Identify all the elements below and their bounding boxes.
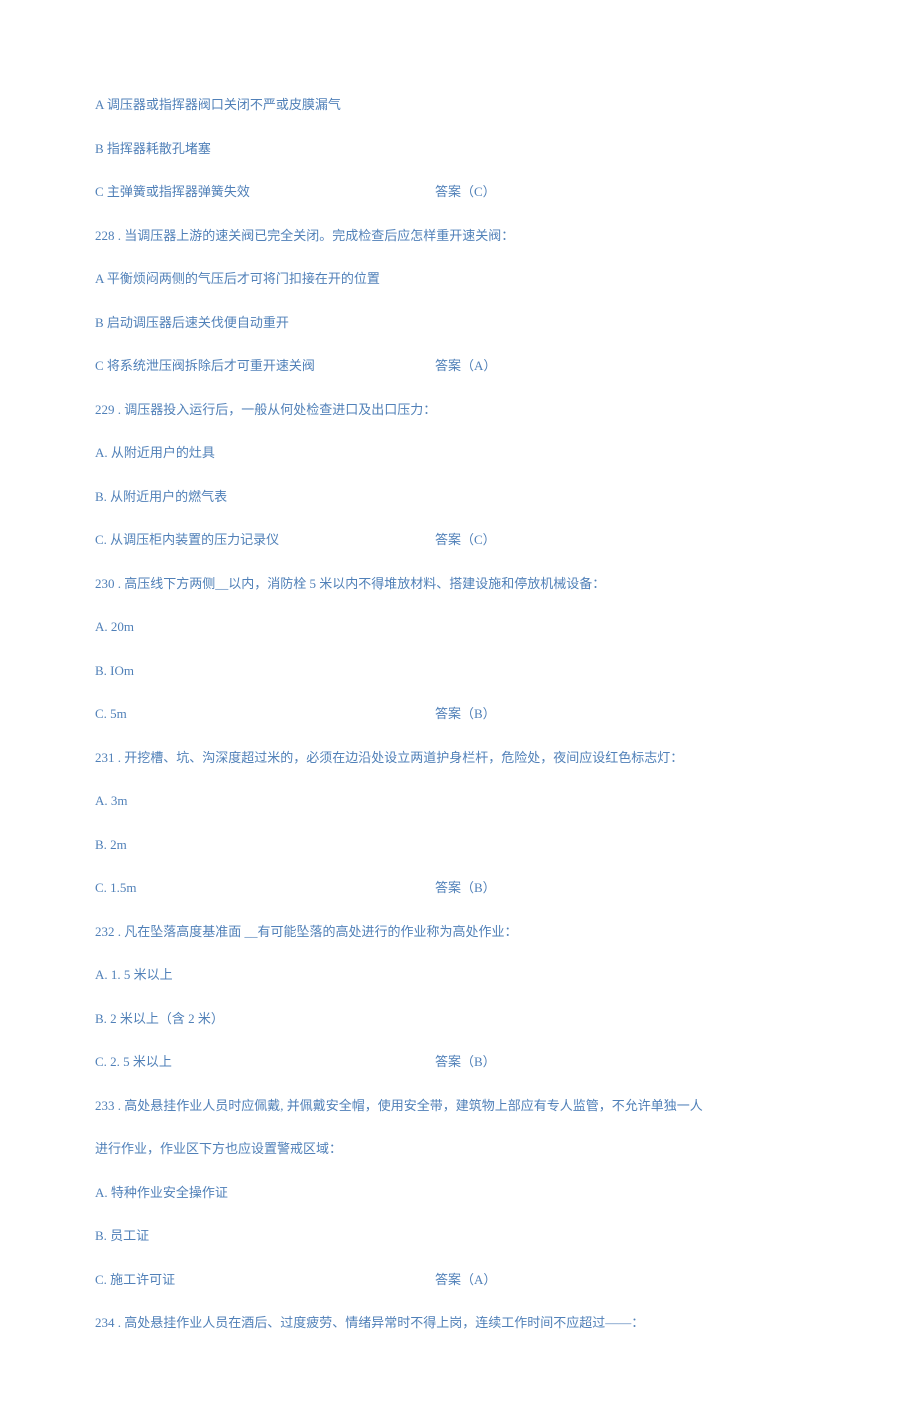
answer-text: 答案（A）	[435, 1270, 496, 1290]
answer-text: 答案（A）	[435, 356, 496, 376]
document-page: A 调压器或指挥器阀口关闭不严或皮膜漏气 B 指挥器耗散孔堵塞 C 主弹簧或指挥器弹…	[0, 0, 920, 1417]
text-line: A. 特种作业安全操作证	[95, 1183, 825, 1203]
text-line: C. 从调压柜内装置的压力记录仪 答案（C）	[95, 530, 825, 550]
line-text: 230 . 高压线下方两侧__以内，消防栓 5 米以内不得堆放材料、搭建设施和停…	[95, 576, 605, 591]
line-text: A. 1. 5 米以上	[95, 967, 173, 982]
text-line: 228 . 当调压器上游的速关阀已完全关闭。完成检查后应怎样重开速关阀：	[95, 226, 825, 246]
text-line: C. 施工许可证 答案（A）	[95, 1270, 825, 1290]
text-line: B. 2 米以上（含 2 米）	[95, 1009, 825, 1029]
line-text: A. 特种作业安全操作证	[95, 1185, 228, 1200]
text-line: 230 . 高压线下方两侧__以内，消防栓 5 米以内不得堆放材料、搭建设施和停…	[95, 574, 825, 594]
line-text: 228 . 当调压器上游的速关阀已完全关闭。完成检查后应怎样重开速关阀：	[95, 228, 514, 243]
line-text: 231 . 开挖槽、坑、沟深度超过米的，必须在边沿处设立两道护身栏杆，危险处，夜…	[95, 750, 683, 765]
line-text: B 启动调压器后速关伐便自动重开	[95, 315, 289, 330]
text-line: B. 从附近用户的燃气表	[95, 487, 825, 507]
text-line: 233 . 高处悬挂作业人员时应佩戴, 并佩戴安全帽，使用安全带，建筑物上部应有…	[95, 1096, 825, 1116]
answer-text: 答案（C）	[435, 182, 496, 202]
text-line: C 主弹簧或指挥器弹簧失效 答案（C）	[95, 182, 825, 202]
text-line: 232 . 凡在坠落高度基准面 __有可能坠落的高处进行的作业称为高处作业：	[95, 922, 825, 942]
line-text: 229 . 调压器投入运行后，一般从何处检查进口及出口压力：	[95, 402, 436, 417]
answer-text: 答案（B）	[435, 878, 496, 898]
line-text: B. 从附近用户的燃气表	[95, 489, 227, 504]
line-text: C. 5m	[95, 706, 127, 721]
text-line: C. 2. 5 米以上 答案（B）	[95, 1052, 825, 1072]
text-line: 231 . 开挖槽、坑、沟深度超过米的，必须在边沿处设立两道护身栏杆，危险处，夜…	[95, 748, 825, 768]
line-text: C 主弹簧或指挥器弹簧失效	[95, 184, 250, 199]
line-text: 进行作业，作业区下方也应设置警戒区域：	[95, 1141, 342, 1156]
line-text: A. 20m	[95, 619, 134, 634]
text-line: C 将系统泄压阀拆除后才可重开速关阀 答案（A）	[95, 356, 825, 376]
answer-text: 答案（C）	[435, 530, 496, 550]
line-text: C. 2. 5 米以上	[95, 1054, 172, 1069]
line-text: 233 . 高处悬挂作业人员时应佩戴, 并佩戴安全帽，使用安全带，建筑物上部应有…	[95, 1098, 703, 1113]
text-line: A. 1. 5 米以上	[95, 965, 825, 985]
line-text: C. 从调压柜内装置的压力记录仪	[95, 532, 279, 547]
text-line: B 启动调压器后速关伐便自动重开	[95, 313, 825, 333]
line-text: 232 . 凡在坠落高度基准面 __有可能坠落的高处进行的作业称为高处作业：	[95, 924, 518, 939]
line-text: A 调压器或指挥器阀口关闭不严或皮膜漏气	[95, 97, 341, 112]
answer-text: 答案（B）	[435, 1052, 496, 1072]
line-text: 234 . 高处悬挂作业人员在酒后、过度疲劳、情绪异常时不得上岗，连续工作时间不…	[95, 1315, 644, 1330]
text-line: 229 . 调压器投入运行后，一般从何处检查进口及出口压力：	[95, 400, 825, 420]
line-text: C. 1.5m	[95, 880, 137, 895]
line-text: B. 2m	[95, 837, 127, 852]
answer-text: 答案（B）	[435, 704, 496, 724]
line-text: A. 从附近用户的灶具	[95, 445, 215, 460]
text-line: B. 2m	[95, 835, 825, 855]
text-line: C. 5m 答案（B）	[95, 704, 825, 724]
text-line: 234 . 高处悬挂作业人员在酒后、过度疲劳、情绪异常时不得上岗，连续工作时间不…	[95, 1313, 825, 1333]
line-text: B 指挥器耗散孔堵塞	[95, 141, 211, 156]
line-text: B. 2 米以上（含 2 米）	[95, 1011, 224, 1026]
text-line: A. 20m	[95, 617, 825, 637]
text-line: A. 从附近用户的灶具	[95, 443, 825, 463]
line-text: C. 施工许可证	[95, 1272, 175, 1287]
text-line: 进行作业，作业区下方也应设置警戒区域：	[95, 1139, 825, 1159]
text-line: B 指挥器耗散孔堵塞	[95, 139, 825, 159]
line-text: A. 3m	[95, 793, 128, 808]
text-line: A 平衡烦闷两侧的气压后才可将门扣接在开的位置	[95, 269, 825, 289]
text-line: C. 1.5m 答案（B）	[95, 878, 825, 898]
line-text: B. IOm	[95, 663, 134, 678]
text-line: B. IOm	[95, 661, 825, 681]
line-text: B. 员工证	[95, 1228, 149, 1243]
text-line: B. 员工证	[95, 1226, 825, 1246]
text-line: A. 3m	[95, 791, 825, 811]
text-line: A 调压器或指挥器阀口关闭不严或皮膜漏气	[95, 95, 825, 115]
line-text: A 平衡烦闷两侧的气压后才可将门扣接在开的位置	[95, 271, 380, 286]
line-text: C 将系统泄压阀拆除后才可重开速关阀	[95, 358, 315, 373]
